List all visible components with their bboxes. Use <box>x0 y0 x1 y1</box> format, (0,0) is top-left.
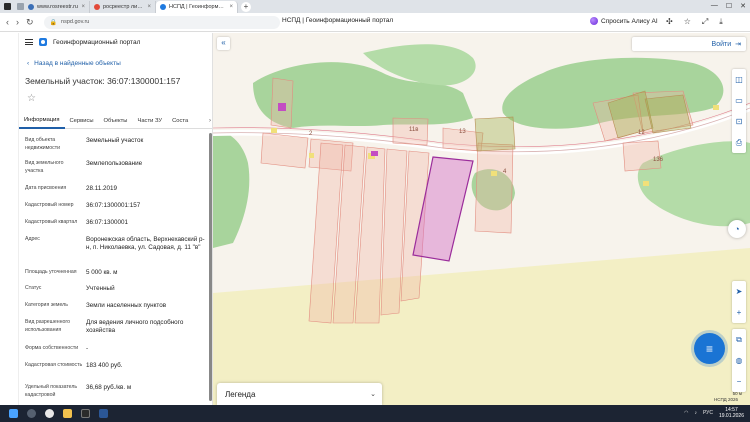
locate-icon[interactable]: ➤ <box>732 281 746 302</box>
parcel-label: 13 <box>459 129 466 135</box>
map-nav-toolbar: ➤ + <box>732 281 746 323</box>
info-tabs: Информация Сервисы Объекты Части ЗУ Сост… <box>19 113 212 129</box>
tab-nspd[interactable]: НСПД | Геоинформационный портал × <box>156 1 238 13</box>
close-icon[interactable]: × <box>147 4 151 10</box>
volume-icon[interactable]: ♪ <box>694 410 697 416</box>
legend-bar[interactable]: Легенда ⌄ <box>217 383 382 405</box>
alice-button[interactable]: Спросить Алису AI <box>590 17 658 25</box>
building-highlight <box>371 151 378 156</box>
collections-icon[interactable] <box>17 3 24 10</box>
basemap-icon[interactable]: ▭ <box>732 90 746 111</box>
chevron-down-icon[interactable]: ⌄ <box>370 390 376 398</box>
search-icon[interactable] <box>27 409 36 418</box>
forward-icon[interactable]: › <box>16 17 19 28</box>
explorer-icon[interactable] <box>63 409 72 418</box>
print-icon[interactable]: ⎙ <box>732 132 746 153</box>
bookmark-icon[interactable]: ☆ <box>684 17 691 27</box>
menu-icon[interactable] <box>25 39 33 45</box>
favorite-star-icon[interactable]: ☆ <box>27 93 36 104</box>
zoom-out-icon[interactable]: − <box>732 371 746 392</box>
chevron-left-icon: ‹ <box>27 60 30 67</box>
word-icon[interactable] <box>99 409 108 418</box>
building-highlight <box>278 103 286 111</box>
minimize-icon[interactable]: — <box>711 2 718 10</box>
tab-favicon <box>160 4 166 10</box>
lock-icon: 🔒 <box>49 19 58 26</box>
panel-scrollbar[interactable] <box>209 133 212 401</box>
chat-icon[interactable]: ◔ <box>728 220 746 238</box>
parcel-label: 136 <box>653 157 664 163</box>
parcel-label: 4 <box>503 169 507 175</box>
nspd-logo-icon <box>39 38 47 46</box>
map-toolbar: ◫ ▭ ⊡ ⎙ <box>732 69 746 153</box>
object-info-panel: Геоинформационный портал ‹ Назад в найде… <box>19 33 213 405</box>
layers-icon[interactable]: ◫ <box>732 69 746 90</box>
windows-start-icon[interactable] <box>9 409 18 418</box>
object-title: Земельный участок: 36:07:1300001:157 <box>25 76 181 86</box>
extensions-icon[interactable]: ✣ <box>666 17 673 27</box>
back-icon[interactable]: ‹ <box>6 17 9 28</box>
globe-icon[interactable]: ◍ <box>732 350 746 371</box>
maximize-icon[interactable]: ☐ <box>726 2 732 10</box>
tab-rosreestr[interactable]: www.rosreestr.ru × <box>24 1 90 13</box>
tab-services[interactable]: Сервисы <box>65 113 99 129</box>
parcel-label: 11в <box>409 127 419 133</box>
browser-sidebar <box>0 33 19 405</box>
login-button[interactable]: Войти ⇥ <box>632 37 746 51</box>
wifi-icon[interactable]: ◠ <box>684 410 688 416</box>
tab-objects[interactable]: Объекты <box>99 113 133 129</box>
language-indicator[interactable]: РУС <box>703 410 713 416</box>
parcel-label: 12 <box>638 130 645 136</box>
back-to-results-link[interactable]: ‹ Назад в найденные объекты <box>27 60 121 67</box>
measure-icon[interactable]: ⊡ <box>732 111 746 132</box>
collapse-panel-button[interactable]: « <box>217 37 230 50</box>
chevron-right-icon[interactable]: › <box>209 118 211 124</box>
tab-parts[interactable]: Части ЗУ <box>132 113 167 129</box>
alice-icon <box>590 17 598 25</box>
cadastral-map[interactable]: 11в 13 12 136 2 4 « Войти ⇥ ◫ ▭ ⊡ ⎙ ◔ ➤ … <box>213 33 750 405</box>
map-extra-toolbar: ⧉ ◍ − <box>732 329 746 392</box>
zoom-in-icon[interactable]: + <box>732 302 746 323</box>
terminal-icon[interactable] <box>81 409 90 418</box>
tab-information[interactable]: Информация <box>19 113 65 129</box>
map-attribution: НСПД 2026 <box>713 397 738 402</box>
portal-name: Геоинформационный портал <box>53 38 141 46</box>
share-icon[interactable]: ⤢ <box>702 17 708 27</box>
tab-rosreestr-cabinet[interactable]: росреестр личный кабинет × <box>90 1 156 13</box>
close-icon[interactable]: × <box>81 4 85 10</box>
download-icon[interactable]: ⤓ <box>719 17 723 27</box>
page-title: НСПД | Геоинформационный портал <box>282 17 394 24</box>
scale-label: 50 м <box>732 391 742 396</box>
map-canvas[interactable] <box>213 33 750 405</box>
yandex-browser-icon[interactable] <box>45 409 54 418</box>
new-tab-button[interactable]: + <box>241 2 251 12</box>
browser-tab-strip: www.rosreestr.ru × росреестр личный каби… <box>0 0 750 13</box>
browser-menu-icon[interactable] <box>4 3 11 10</box>
reload-icon[interactable]: ↻ <box>26 17 34 28</box>
login-icon: ⇥ <box>735 41 741 48</box>
tab-favicon <box>94 4 100 10</box>
url-field[interactable]: 🔒 nspd.gov.ru <box>43 15 280 29</box>
taskbar: ◠ ♪ РУС 14:57 19.01.2026 <box>0 405 750 422</box>
clock[interactable]: 14:57 19.01.2026 <box>719 407 744 419</box>
address-bar-row: ‹ › ↻ 🔒 nspd.gov.ru НСПД | Геоинформацио… <box>0 13 750 32</box>
copy-icon[interactable]: ⧉ <box>732 329 746 350</box>
menu-fab-button[interactable]: ≡ <box>694 333 725 364</box>
tab-composition[interactable]: Соста <box>167 113 193 129</box>
parcel-label: 2 <box>309 131 313 137</box>
tab-favicon <box>28 4 34 10</box>
close-window-icon[interactable]: ✕ <box>740 2 746 10</box>
close-icon[interactable]: × <box>229 4 233 10</box>
